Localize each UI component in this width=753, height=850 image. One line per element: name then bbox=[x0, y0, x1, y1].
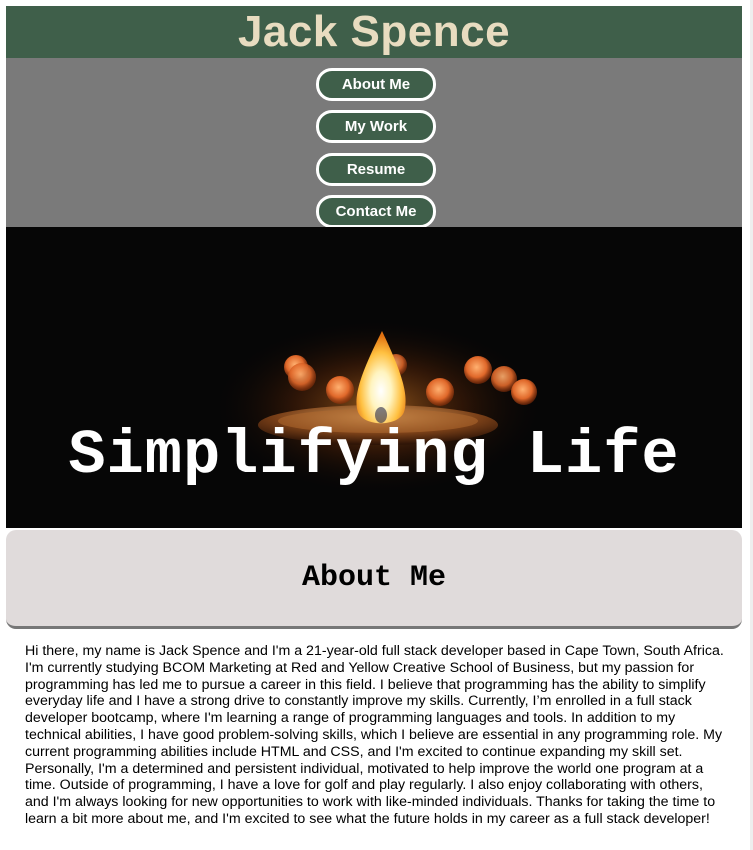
nav-resume-button[interactable]: Resume bbox=[316, 153, 436, 186]
about-paragraph: Hi there, my name is Jack Spence and I'm… bbox=[25, 643, 724, 827]
site-title: Jack Spence bbox=[237, 7, 511, 56]
nav-contact-me-button[interactable]: Contact Me bbox=[316, 195, 436, 228]
nav-my-work-button[interactable]: My Work bbox=[316, 110, 436, 143]
page: Jack Spence About Me My Work Resume Cont… bbox=[0, 0, 753, 850]
hero-banner: Simplifying Life bbox=[6, 227, 742, 528]
hero-title: Simplifying Life bbox=[68, 420, 680, 491]
nav-about-me-button[interactable]: About Me bbox=[316, 68, 436, 101]
about-heading-panel: About Me bbox=[6, 530, 742, 629]
site-header: Jack Spence bbox=[6, 6, 742, 58]
main-nav: About Me My Work Resume Contact Me bbox=[6, 58, 742, 228]
about-heading: About Me bbox=[301, 561, 447, 595]
